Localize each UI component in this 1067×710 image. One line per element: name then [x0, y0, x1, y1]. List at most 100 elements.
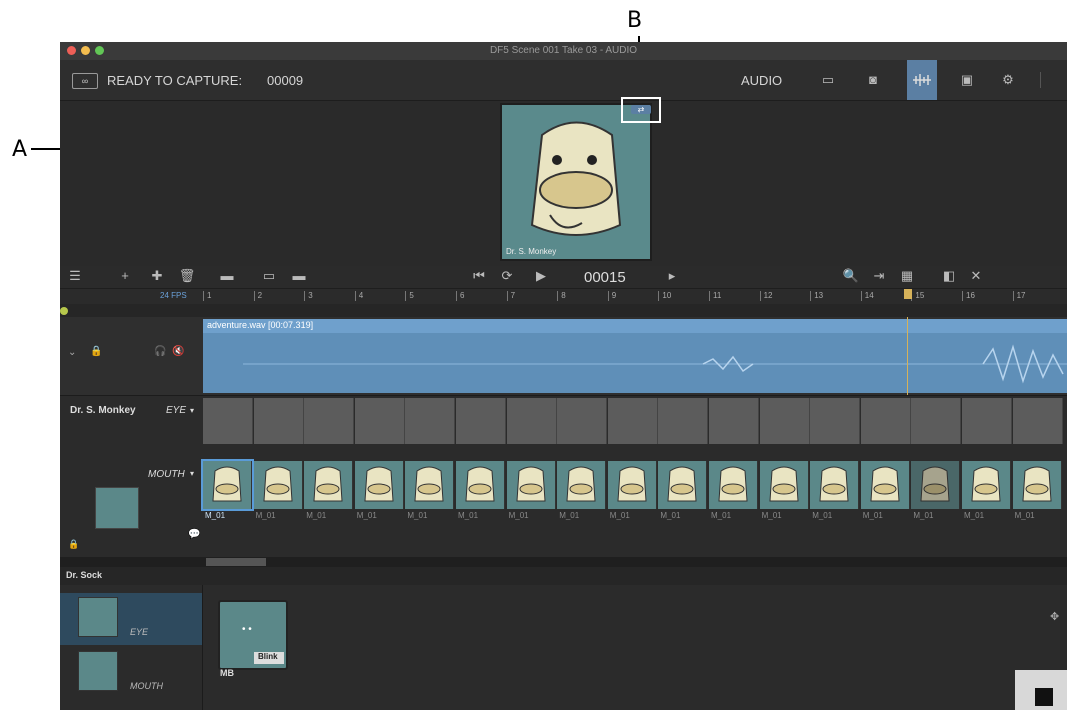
- mouth-frame-thumb[interactable]: [911, 461, 961, 509]
- zoom-icon[interactable]: 🔍: [840, 268, 862, 284]
- mute-icon[interactable]: 🔇: [172, 346, 184, 357]
- camera-icon[interactable]: ◙: [862, 72, 884, 88]
- mouth-category-thumb: [78, 651, 118, 691]
- monitor-icon[interactable]: ▭: [817, 72, 839, 88]
- lock-icon[interactable]: 🔒: [90, 346, 102, 357]
- eye-cell[interactable]: [1012, 398, 1063, 444]
- mouth-frame-thumb[interactable]: [860, 461, 910, 509]
- mouth-frame-image: [313, 466, 343, 502]
- library-divider: [202, 585, 203, 710]
- category-eye[interactable]: EYE: [60, 593, 202, 645]
- mouth-frame-thumb[interactable]: [253, 461, 303, 509]
- sock-monkey-image: [502, 105, 650, 259]
- frame-fit-icon[interactable]: ▦: [896, 268, 918, 284]
- character-bar: Dr. Sock: [60, 567, 1067, 586]
- eye-cell[interactable]: [709, 398, 759, 444]
- eye-cell[interactable]: [557, 398, 608, 444]
- scrubber-handle[interactable]: [60, 307, 68, 315]
- timeline-scrollbar[interactable]: [60, 557, 1067, 567]
- mouth-frame-thumb[interactable]: [607, 461, 657, 509]
- clip-tool-1-icon[interactable]: ▬: [216, 268, 238, 284]
- capture-frame-number: 00009: [267, 73, 304, 88]
- eye-cell[interactable]: [810, 398, 861, 444]
- trash-icon[interactable]: 🗑: [176, 268, 198, 284]
- category-mouth[interactable]: MOUTH: [60, 647, 202, 701]
- collapse-icon[interactable]: ⌄: [68, 347, 76, 358]
- mouth-frame-thumb[interactable]: [354, 461, 404, 509]
- fps-label: 24 FPS: [160, 291, 187, 300]
- eye-dropdown-icon[interactable]: ▾: [190, 406, 194, 415]
- eye-cell[interactable]: [253, 398, 304, 444]
- eye-cell[interactable]: [354, 398, 405, 444]
- headphones-icon[interactable]: 🎧: [154, 346, 166, 357]
- stop-box[interactable]: [1015, 670, 1067, 710]
- mouth-frame-thumb[interactable]: [709, 461, 758, 509]
- track-menu-icon[interactable]: ☰: [64, 268, 86, 284]
- mouth-frame-image: [819, 466, 849, 502]
- mouth-frame-thumb[interactable]: [962, 461, 1011, 509]
- mouth-frame-label: M_01: [711, 511, 732, 520]
- settings-icon[interactable]: ⚙: [997, 72, 1019, 88]
- scroll-thumb[interactable]: [206, 558, 266, 566]
- mouth-dropdown-icon[interactable]: ▾: [190, 469, 194, 478]
- add-track-icon[interactable]: +: [114, 268, 136, 284]
- mouth-frame-thumb[interactable]: [506, 461, 556, 509]
- mouth-frame-thumb[interactable]: [304, 461, 354, 509]
- mouth-frame-image: [718, 466, 748, 502]
- playhead-marker[interactable]: [904, 289, 912, 299]
- fit-icon[interactable]: ⇥: [868, 268, 890, 284]
- eye-cell[interactable]: [658, 398, 709, 444]
- insert-icon[interactable]: ✚: [146, 268, 168, 284]
- frame-counter: 00015: [584, 269, 626, 286]
- eye-cell[interactable]: [860, 398, 911, 444]
- mouth-track-label: MOUTH: [148, 469, 185, 480]
- eye-cell[interactable]: [962, 398, 1012, 444]
- mouth-frame-thumb[interactable]: [1012, 461, 1062, 509]
- track-lock-icon[interactable]: 🔒: [68, 539, 79, 550]
- loop-icon[interactable]: ⟳: [496, 268, 518, 284]
- ruler-tick: 15: [911, 291, 924, 301]
- mouth-frame-thumb[interactable]: [759, 461, 809, 509]
- mouth-frame-image: [516, 466, 546, 502]
- clip-tool-3-icon[interactable]: ▬: [288, 268, 310, 284]
- eye-cell[interactable]: [203, 398, 253, 444]
- move-icon[interactable]: ✥: [1050, 610, 1059, 623]
- mouth-frame-image: [364, 466, 394, 502]
- mouth-frame-label: M_01: [660, 511, 681, 520]
- swap-view-button[interactable]: ⇄: [621, 97, 661, 123]
- go-to-start-icon[interactable]: ⏮: [468, 268, 490, 284]
- mouth-frame-label: M_01: [964, 511, 985, 520]
- split-icon[interactable]: ◧: [938, 268, 960, 284]
- mouth-frame-image: [566, 466, 596, 502]
- cross-icon[interactable]: ✕: [965, 268, 987, 284]
- mouth-frame-thumb[interactable]: [201, 459, 254, 511]
- eye-cell[interactable]: [405, 398, 456, 444]
- capture-icon[interactable]: ▣: [956, 72, 978, 88]
- mouth-frame-thumb[interactable]: [405, 461, 455, 509]
- eye-cell[interactable]: [759, 398, 810, 444]
- mouth-frame-thumb[interactable]: [557, 461, 607, 509]
- loop-capture-icon[interactable]: ∞: [72, 73, 98, 89]
- app-window: DF5 Scene 001 Take 03 - AUDIO ∞ READY TO…: [60, 42, 1067, 710]
- category-mouth-label: MOUTH: [130, 681, 163, 691]
- speech-bubble-icon[interactable]: 💬: [188, 529, 200, 540]
- mouth-frame-thumb[interactable]: [810, 461, 860, 509]
- clip-tool-2-icon[interactable]: ▭: [258, 268, 280, 284]
- mouth-frame-thumb[interactable]: [456, 461, 505, 509]
- library-panel: EYE MOUTH • • Blink MB ✥: [60, 585, 1067, 710]
- audio-waveform-icon[interactable]: [907, 60, 937, 100]
- ruler-tick: 13: [810, 291, 823, 301]
- eye-cell[interactable]: [911, 398, 962, 444]
- eye-cell[interactable]: [456, 398, 506, 444]
- mouth-frame-thumb[interactable]: [658, 461, 708, 509]
- scrubber-track[interactable]: [60, 304, 1067, 317]
- asset-thumbnail[interactable]: • • Blink: [218, 600, 288, 670]
- play-icon[interactable]: ▶: [530, 268, 552, 284]
- frame-step-icon[interactable]: ▸: [661, 268, 683, 284]
- ruler-tick: 17: [1012, 291, 1026, 301]
- ruler-tick: 11: [709, 291, 721, 301]
- eye-cell[interactable]: [506, 398, 557, 444]
- audio-clip[interactable]: adventure.wav [00:07.319]: [203, 319, 1067, 393]
- eye-cell[interactable]: [607, 398, 658, 444]
- eye-cell[interactable]: [304, 398, 355, 444]
